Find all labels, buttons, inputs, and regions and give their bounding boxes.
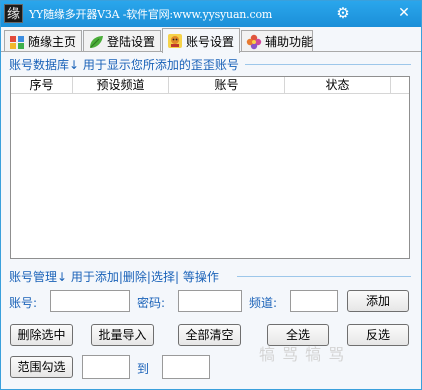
flower-icon [246,34,262,49]
tab-label: 账号设置 [186,34,235,49]
app-logo-icon: 缘 [4,4,23,23]
delete-selected-button[interactable]: 删除选中 [10,324,73,346]
channel-input[interactable] [290,290,338,312]
tab-bar: 随缘主页 登陆设置 账号设置 辅助功能 [1,28,421,53]
tab-home[interactable]: 随缘主页 [4,30,82,52]
range-to-label: 到 [137,362,150,376]
tab-login-settings[interactable]: 登陆设置 [83,30,161,52]
character-icon [168,34,182,48]
range-to-input[interactable] [162,355,210,379]
account-mgmt-heading: 账号管理↓ 用于添加|删除|选择| 等操作 [9,270,219,284]
column-header-account[interactable]: 账号 [169,77,285,94]
window-title: YY随缘多开器V3A -软件官网:www.yysyuan.com [29,8,273,21]
tab-label: 随缘主页 [28,35,77,49]
tab-auxiliary[interactable]: 辅助功能 [241,30,313,52]
tab-account-settings[interactable]: 账号设置 [162,28,240,53]
column-header-channel[interactable]: 预设频道 [73,77,169,94]
range-from-input[interactable] [82,355,130,379]
password-input[interactable] [178,290,242,312]
close-icon[interactable]: ✕ [393,3,415,23]
invert-select-button[interactable]: 反选 [347,324,409,346]
app-window: 缘 YY随缘多开器V3A -软件官网:www.yysyuan.com ⚙ ✕ 随… [0,0,422,390]
batch-import-button[interactable]: 批量导入 [91,324,154,346]
clear-all-button[interactable]: 全部清空 [178,324,241,346]
divider [245,64,411,65]
title-bar[interactable]: 缘 YY随缘多开器V3A -软件官网:www.yysyuan.com ⚙ ✕ [1,1,421,27]
account-table[interactable]: 序号 预设频道 账号 状态 [10,76,410,259]
column-header-status[interactable]: 状态 [285,77,391,94]
account-db-heading: 账号数据库↓ 用于显示您所添加的歪歪账号 [9,58,239,72]
table-header: 序号 预设频道 账号 状态 [11,77,409,94]
watermark: 犒 骂 犒 骂 [259,345,346,364]
colored-blocks-icon [10,35,24,49]
range-select-button[interactable]: 范围勾选 [10,356,73,378]
password-label: 密码: [137,296,166,310]
tab-label: 登陆设置 [107,35,156,49]
column-header-index[interactable]: 序号 [11,77,73,94]
tab-label: 辅助功能 [265,35,314,49]
account-label: 账号: [9,296,38,310]
add-button[interactable]: 添加 [347,290,409,312]
account-input[interactable] [50,290,130,312]
divider [237,276,411,277]
channel-label: 频道: [249,296,278,310]
leaf-icon [90,35,103,48]
settings-gear-icon[interactable]: ⚙ [332,3,354,23]
